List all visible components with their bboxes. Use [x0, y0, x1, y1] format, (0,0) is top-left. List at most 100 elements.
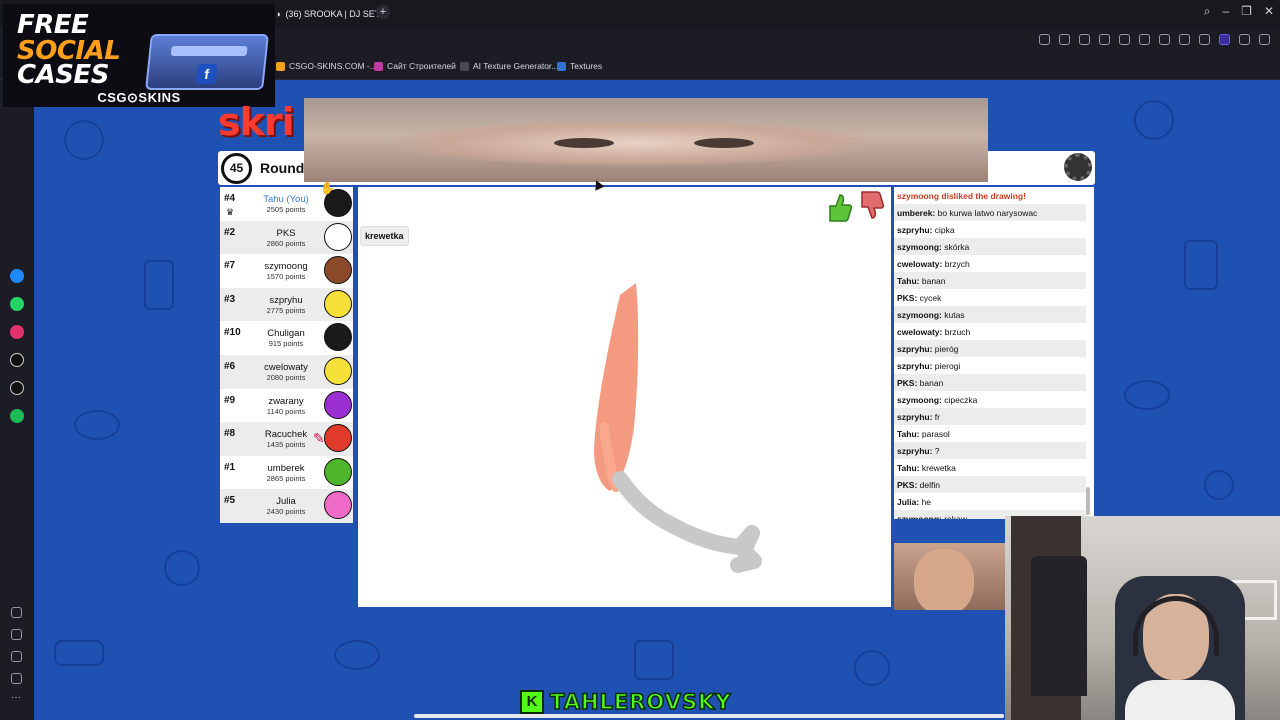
favorites-icon[interactable] [11, 629, 22, 640]
new-tab-button[interactable]: + [376, 5, 390, 19]
webcam-main [1005, 516, 1280, 720]
chat-panel: szymoong disliked the drawing! umberek: b… [894, 187, 1094, 519]
player-row: #3 szpryhu 2775 points [220, 287, 353, 322]
chat-author: Tahu: [897, 429, 920, 439]
play-icon[interactable] [1119, 34, 1130, 45]
player-avatar [324, 424, 352, 453]
apps-icon[interactable] [11, 607, 22, 618]
promo-line-cases: CASES [17, 60, 109, 90]
edit-icon[interactable] [1039, 34, 1050, 45]
player-rank: #6 [224, 361, 236, 372]
player-points: 2505 points [266, 205, 306, 214]
chat-text: kutas [941, 310, 965, 320]
whatsapp-icon[interactable] [10, 297, 24, 311]
chat-author: szymoong: [897, 514, 942, 519]
chat-author: szpryhu: [897, 446, 933, 456]
chat-text: brzuch [942, 327, 971, 337]
spotify-icon[interactable] [10, 409, 24, 423]
chat-text: ? [932, 446, 940, 456]
settings-icon[interactable] [11, 673, 22, 684]
bookmark-builders[interactable]: Сайт Строителей [374, 61, 456, 71]
camera-icon[interactable] [1059, 34, 1070, 45]
heart-icon[interactable] [1139, 34, 1150, 45]
window-controls: ⌕ – ❐ ✕ [1204, 4, 1274, 19]
bookmark-label: AI Texture Generator... [473, 61, 559, 71]
player-row: #10 Chuligan 915 points [220, 321, 353, 355]
ai-icon[interactable] [1259, 34, 1270, 45]
history-icon[interactable] [11, 651, 22, 662]
chat-author: szpryhu: [897, 361, 933, 371]
extension-icon[interactable] [1219, 34, 1230, 45]
chat-author: szymoong: [897, 242, 942, 252]
bookmark-label: Сайт Строителей [387, 61, 456, 71]
facebook-icon: f [195, 64, 218, 84]
audio-icon: ◗ [276, 9, 282, 19]
player-name: Chuligan [267, 328, 305, 340]
bookmark-label: Textures [570, 61, 603, 71]
browser-sidebar: ··· [0, 80, 34, 720]
chat-author: PKS: [897, 293, 918, 303]
player-rank: #2 [224, 226, 236, 238]
player-row: #4 ♛ Tahu (You) 2505 points ✋ [220, 181, 353, 221]
cube-icon[interactable] [1239, 34, 1250, 45]
player-avatar [324, 390, 352, 419]
chat-author: umberek: [897, 208, 936, 218]
player-avatar [324, 491, 352, 520]
bookmark-csgo-skins[interactable]: CSGO-SKINS.COM -... [276, 61, 377, 71]
chat-scrollbar[interactable] [1086, 487, 1090, 515]
player-name: umberek [267, 462, 305, 474]
chat-message: szymoong disliked the drawing! [897, 191, 1026, 201]
player-rank: #4 [224, 193, 236, 204]
more-icon[interactable]: ··· [11, 693, 22, 706]
chat-message: PKS: cycek [894, 289, 1086, 306]
bookmark-favicon-icon [276, 61, 285, 71]
player-name: PKS [276, 227, 296, 239]
chat-message: Tahu: parasol [894, 425, 1086, 442]
search-icon[interactable]: ⌕ [1204, 4, 1211, 19]
chat-message: szpryhu: fr [894, 408, 1086, 425]
restore-icon[interactable]: ❐ [1241, 4, 1252, 19]
player-avatar [324, 457, 352, 486]
bookmark-favicon-icon [374, 61, 383, 71]
bookmark-ai-texture[interactable]: AI Texture Generator... [460, 61, 558, 71]
thumbs-up-icon[interactable] [826, 192, 852, 222]
close-icon[interactable]: ✕ [1264, 4, 1274, 19]
player-rank: #8 [224, 428, 236, 440]
chat-author: Tahu: [897, 463, 920, 473]
chat-text: cipka [932, 225, 955, 235]
chat-message: PKS: banan [894, 374, 1086, 391]
player-name: cwelowaty [264, 362, 308, 373]
game-settings-icon[interactable] [1064, 153, 1092, 181]
browser-tab[interactable]: ◗ (36) SROOKA | DJ SET [276, 4, 380, 24]
download-icon[interactable] [1159, 34, 1170, 45]
shield-icon[interactable] [1079, 34, 1090, 45]
webcam-small [894, 543, 1005, 610]
minimize-icon[interactable]: – [1222, 4, 1229, 19]
bookmark-label: CSGO-SKINS.COM -... [289, 61, 377, 71]
menu-icon[interactable] [1179, 34, 1190, 45]
messenger-icon[interactable] [10, 269, 24, 283]
player-row: #9 zwarany 1140 points [220, 389, 353, 423]
chat-author: szpryhu: [897, 412, 933, 422]
chat-message: cwelowaty: brzuch [894, 323, 1086, 340]
chat-text: delfin [917, 480, 940, 490]
chat-message: cwelowaty: brzych [894, 255, 1086, 272]
drawing-canvas[interactable] [358, 187, 891, 607]
chat-message: Tahu: banan [894, 272, 1086, 289]
drawing-strokes [594, 283, 762, 573]
player-name: Tahu (You) [263, 194, 309, 205]
x-icon[interactable] [10, 381, 24, 395]
player-points: 2430 points [266, 507, 306, 517]
chat-author: cwelowaty: [897, 259, 943, 269]
player-rank: #10 [224, 327, 241, 339]
bookmark-textures[interactable]: Textures [557, 61, 602, 71]
chat-text: pierogi [932, 361, 961, 371]
player-row: #1 umberek 2865 points [220, 456, 353, 490]
chat-message: szymoong: kutas [894, 306, 1086, 323]
chat-text: fr [932, 412, 940, 422]
profile-icon[interactable] [1199, 34, 1210, 45]
instagram-icon[interactable] [10, 325, 24, 339]
vpn-icon[interactable] [1099, 34, 1110, 45]
thumbs-down-icon[interactable] [858, 190, 886, 220]
tiktok-icon[interactable] [10, 353, 24, 367]
